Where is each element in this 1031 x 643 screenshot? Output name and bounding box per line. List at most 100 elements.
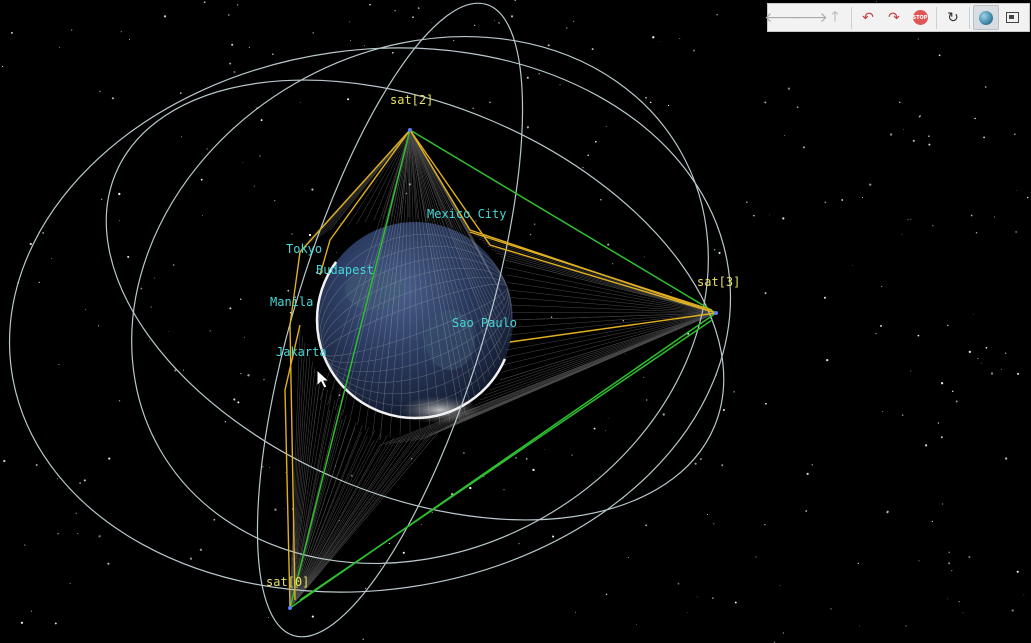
star [679, 38, 681, 39]
star [782, 217, 785, 220]
star [552, 535, 555, 538]
star [291, 233, 293, 235]
panel-button[interactable] [999, 5, 1025, 30]
star [559, 84, 561, 86]
star [694, 462, 697, 465]
star [430, 22, 432, 23]
star [973, 314, 974, 315]
star [85, 309, 87, 311]
rotate-back-button[interactable]: ↶ [855, 5, 881, 30]
star [417, 7, 420, 9]
star [667, 104, 670, 107]
star [857, 562, 859, 565]
stop-button[interactable]: STOP [907, 5, 933, 30]
globe-icon [979, 10, 993, 25]
star [746, 201, 748, 203]
star [98, 535, 101, 538]
star [852, 264, 853, 266]
mesh-line [494, 312, 717, 386]
star [970, 214, 973, 217]
star [51, 258, 52, 259]
star [713, 249, 716, 251]
satellite-marker [714, 311, 718, 315]
star [180, 92, 182, 94]
star [494, 20, 496, 22]
toolbar-divider [969, 6, 970, 29]
star [752, 214, 755, 217]
star [107, 562, 110, 565]
star [118, 400, 121, 402]
star [203, 1, 206, 3]
sat-label-3: sat[3] [697, 275, 740, 289]
reset-button[interactable]: ↻ [940, 5, 966, 30]
rotate-forward-button[interactable]: ↷ [881, 5, 907, 30]
star [42, 232, 44, 234]
star [977, 358, 979, 359]
star [237, 401, 240, 404]
star [824, 201, 827, 204]
star [244, 336, 245, 338]
forward-button[interactable]: 🡒 [790, 5, 828, 30]
star [287, 289, 290, 292]
star [285, 472, 287, 474]
star [830, 608, 832, 610]
city-label-mexico-city: Mexico City [427, 207, 506, 221]
up-button[interactable]: 🡑 [822, 5, 848, 30]
star [1004, 457, 1008, 460]
star [948, 562, 951, 565]
star [993, 216, 995, 218]
star [869, 183, 872, 186]
star [811, 464, 813, 466]
star [369, 3, 371, 6]
star [489, 101, 491, 104]
star [172, 264, 175, 266]
star [75, 512, 77, 514]
star [391, 51, 394, 54]
star [150, 306, 152, 308]
star [262, 466, 264, 468]
star [260, 119, 263, 122]
star [311, 188, 314, 191]
panel-icon [1005, 12, 1019, 23]
star [716, 14, 718, 16]
star [643, 256, 645, 258]
star [529, 233, 532, 236]
star [764, 292, 767, 295]
star [974, 117, 976, 120]
star [364, 587, 367, 590]
star [99, 90, 101, 93]
star [57, 533, 59, 535]
star [937, 422, 940, 424]
mesh-line [496, 252, 717, 314]
star [573, 20, 575, 22]
star [607, 418, 609, 420]
city-label-manila: Manila [270, 295, 313, 309]
star [662, 413, 665, 416]
star [267, 616, 269, 619]
star [782, 632, 785, 634]
star [912, 139, 915, 142]
star [1017, 372, 1020, 375]
star [862, 197, 864, 198]
star [624, 353, 626, 355]
star [120, 31, 122, 33]
star [31, 610, 33, 612]
star [283, 508, 285, 509]
star [591, 48, 594, 51]
star [272, 53, 274, 55]
star [242, 162, 244, 164]
star [544, 448, 546, 450]
scene-3d-view[interactable]: sat[0] sat[2] sat[3] Mexico City Tokyo B… [0, 0, 1031, 643]
star [362, 638, 364, 641]
star [733, 391, 735, 393]
globe-view-button[interactable] [973, 5, 999, 30]
star [128, 39, 131, 41]
star [200, 178, 203, 181]
star [968, 350, 971, 353]
star [652, 36, 655, 39]
star [946, 324, 949, 327]
star [932, 225, 934, 227]
star [881, 285, 883, 288]
star [402, 551, 405, 554]
star [841, 199, 844, 201]
